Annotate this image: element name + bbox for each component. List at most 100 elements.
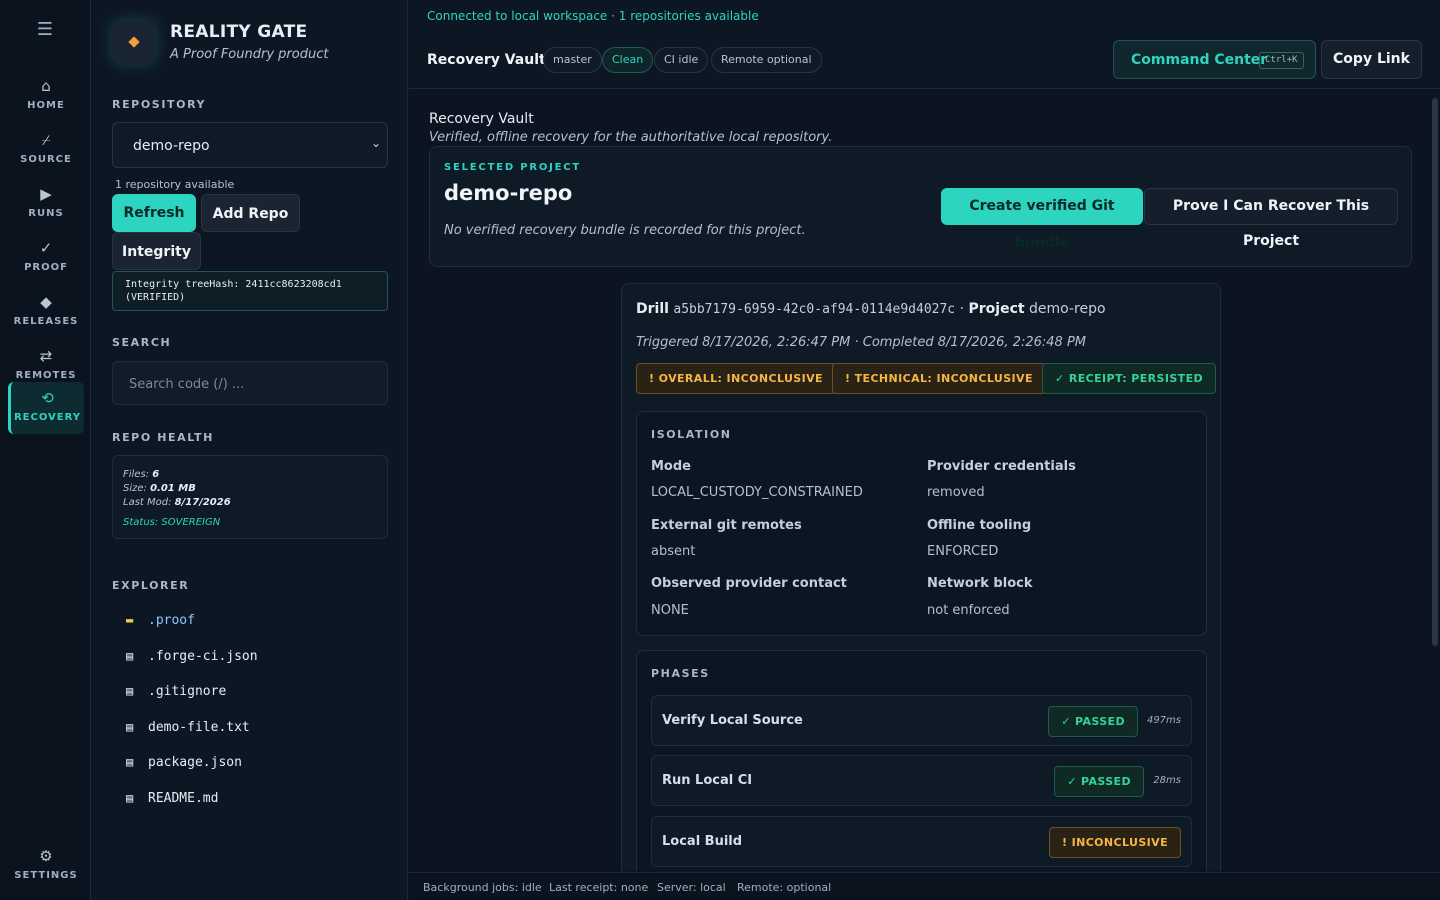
source-icon: ⌿ [41, 131, 51, 149]
repo-status: Status: SOVEREIGN [123, 517, 221, 528]
brand-tagline: A Proof Foundry product [170, 47, 329, 62]
server-status: Server: local [657, 881, 726, 894]
isolation-key: Provider credentials [927, 459, 1076, 474]
search-input[interactable]: Search code (/) ... [112, 361, 388, 405]
shortcut-hint: Ctrl+K [1259, 52, 1304, 69]
recovery-icon: ⟲ [41, 389, 54, 407]
isolation-value: removed [927, 485, 985, 500]
vault-title: Recovery Vault [429, 111, 534, 127]
file-icon: ▤ [126, 684, 134, 698]
phase-name: Local Build [662, 834, 743, 849]
app-logo [112, 20, 156, 64]
nav-item-recovery[interactable]: ⟲ RECOVERY [8, 382, 84, 434]
add-repo-button[interactable]: Add Repo [201, 194, 300, 232]
page-title: Recovery Vault [427, 52, 546, 68]
nav-item-releases[interactable]: ◆ RELEASES [8, 286, 84, 338]
file-name: .forge-ci.json [148, 649, 258, 664]
folder-icon: ▬ [126, 613, 134, 627]
main-content: Recovery Vault Verified, offline recover… [409, 90, 1440, 871]
isolation-value: NONE [651, 603, 689, 618]
phase-row: Local Build ! INCONCLUSIVE [651, 816, 1192, 867]
background-jobs-status: Background jobs: idle [423, 881, 542, 894]
brand-name: REALITY GATE [170, 22, 308, 42]
explorer-file[interactable]: ▤ .gitignore [126, 684, 226, 704]
drill-label: Drill [636, 301, 669, 317]
nav-item-label: RECOVERY [13, 412, 82, 423]
remotes-icon: ⇄ [39, 347, 53, 365]
nav-rail: ☰ ⌂ HOME ⌿ SOURCE ▶ RUNS ✓ PROOF ◆ RELEA… [0, 0, 91, 900]
isolation-value: not enforced [927, 603, 1010, 618]
phase-status-badge: ! INCONCLUSIVE [1048, 827, 1181, 858]
phase-status-badge: ✓ PASSED [1048, 706, 1138, 737]
isolation-key: External git remotes [651, 518, 802, 533]
explorer-file[interactable]: ▤ README.md [126, 791, 218, 811]
overall-status-badge: ! OVERALL: INCONCLUSIVE [636, 363, 836, 394]
explorer-file[interactable]: ▤ demo-file.txt [126, 720, 250, 740]
explorer-file[interactable]: ▤ package.json [126, 755, 242, 775]
nav-item-label: RUNS [28, 208, 64, 219]
nav-item-label: SETTINGS [14, 870, 78, 881]
drill-id: a5bb7179-6959-42c0-af94-0114e9d4027c [673, 302, 956, 317]
drill-card: Drill a5bb7179-6959-42c0-af94-0114e9d402… [621, 283, 1221, 871]
phase-name: Run Local CI [662, 773, 753, 788]
integrity-button[interactable]: Integrity [112, 232, 201, 270]
command-center-button[interactable]: Command Center Ctrl+K [1113, 40, 1316, 79]
clean-pill: Clean [602, 47, 654, 73]
separator: · [959, 301, 965, 317]
project-label: Project [968, 301, 1025, 317]
integrity-hash: Integrity treeHash: 2411cc8623208cd1 (VE… [112, 271, 388, 311]
repository-count: 1 repository available [115, 178, 235, 191]
copy-link-button[interactable]: Copy Link [1321, 40, 1422, 79]
proof-icon: ✓ [39, 239, 53, 257]
prove-recover-button[interactable]: Prove I Can Recover This Project [1144, 188, 1398, 249]
home-icon: ⌂ [41, 77, 51, 95]
project-note: No verified recovery bundle is recorded … [444, 223, 806, 238]
selected-project-card: SELECTED PROJECT demo-repo No verified r… [429, 146, 1412, 267]
file-name: package.json [148, 755, 242, 770]
ci-pill: CI idle [654, 47, 709, 73]
repository-select[interactable]: demo-repo ⌄ [112, 122, 388, 168]
phase-row: Verify Local Source ✓ PASSED 497ms [651, 695, 1192, 746]
file-icon: ▤ [126, 791, 134, 805]
isolation-value: LOCAL_CUSTODY_CONSTRAINED [651, 485, 863, 500]
releases-icon: ◆ [40, 293, 52, 311]
explorer-folder[interactable]: ▬ .proof [126, 613, 195, 633]
phase-name: Verify Local Source [662, 713, 803, 728]
isolation-key: Mode [651, 459, 691, 474]
nav-item-home[interactable]: ⌂ HOME [8, 70, 84, 122]
branch-pill: master [543, 47, 602, 73]
create-bundle-button[interactable]: Create verified Git bundle [941, 188, 1143, 251]
file-icon: ▤ [126, 649, 134, 663]
logo-diamond-icon [128, 36, 140, 48]
scrollbar[interactable] [1432, 98, 1438, 646]
explorer-heading: EXPLORER [112, 579, 190, 592]
file-icon: ▤ [126, 720, 134, 734]
phase-duration: 497ms [1146, 715, 1181, 726]
nav-item-label: REMOTES [15, 370, 77, 381]
nav-item-label: SOURCE [20, 154, 72, 165]
nav-item-runs[interactable]: ▶ RUNS [8, 178, 84, 230]
files-label: Files: [123, 469, 150, 480]
lastmod-value: 8/17/2026 [174, 497, 231, 508]
lastmod-label: Last Mod: [123, 497, 172, 508]
explorer-file[interactable]: ▤ .forge-ci.json [126, 649, 258, 669]
refresh-button[interactable]: Refresh [112, 194, 196, 232]
file-name: README.md [148, 791, 219, 806]
size-value: 0.01 MB [150, 483, 196, 494]
file-name: demo-file.txt [148, 720, 250, 735]
drill-project: demo-repo [1029, 301, 1106, 317]
nav-item-settings[interactable]: ⚙ SETTINGS [8, 840, 84, 892]
hamburger-menu-icon[interactable]: ☰ [35, 20, 55, 40]
nav-item-source[interactable]: ⌿ SOURCE [8, 124, 84, 176]
connection-status: Connected to local workspace · 1 reposit… [427, 9, 759, 23]
remote-status: Remote: optional [737, 881, 832, 894]
nav-item-proof[interactable]: ✓ PROOF [8, 232, 84, 284]
drill-header: Drill a5bb7179-6959-42c0-af94-0114e9d402… [636, 301, 1106, 317]
remote-pill: Remote optional [711, 47, 822, 73]
project-name: demo-repo [444, 181, 573, 205]
drill-times: Triggered 8/17/2026, 2:26:47 PM · Comple… [636, 335, 1086, 350]
technical-status-badge: ! TECHNICAL: INCONCLUSIVE [832, 363, 1046, 394]
nav-item-label: HOME [27, 100, 65, 111]
isolation-value: ENFORCED [927, 544, 999, 559]
chevron-down-icon: ⌄ [370, 136, 381, 150]
